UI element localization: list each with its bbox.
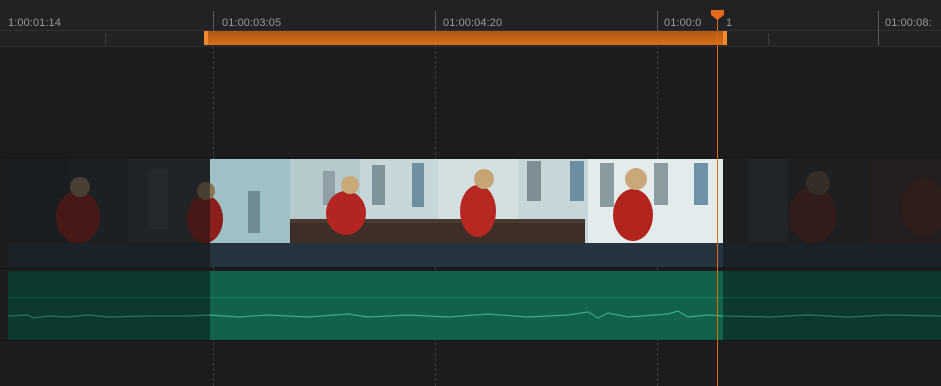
track-divider — [0, 157, 941, 158]
timecode-label: 1:00:01:14 — [8, 17, 61, 29]
timecode-label: 1 — [726, 17, 733, 29]
in-out-range[interactable] — [206, 31, 727, 45]
timeline-editor: 1:00:01:14 01:00:03:05 01:00:04:20 01:00… — [0, 0, 941, 386]
playhead-line[interactable] — [717, 14, 718, 386]
timecode-label: 01:00:04:20 — [443, 17, 503, 29]
timecode-label: 01:00:0 — [664, 17, 702, 29]
ruler-tick-minor — [768, 33, 769, 45]
track-divider — [0, 268, 941, 269]
timecode-label: 01:00:03:05 — [222, 17, 282, 29]
empty-audio-track[interactable] — [0, 341, 941, 386]
outside-range-shade — [723, 271, 941, 340]
outside-range-shade — [8, 159, 210, 267]
ruler-tick-minor — [105, 33, 106, 45]
empty-video-track[interactable] — [0, 47, 941, 157]
timecode-label: 01:00:08: — [885, 17, 932, 29]
in-point-handle[interactable] — [204, 31, 208, 45]
ruler-tick — [878, 11, 879, 45]
timecode-ruler[interactable]: 1:00:01:14 01:00:03:05 01:00:04:20 01:00… — [0, 0, 941, 47]
outside-range-shade — [723, 159, 941, 267]
outside-range-shade — [8, 271, 210, 340]
out-point-handle[interactable] — [723, 31, 727, 45]
track-divider — [0, 340, 941, 341]
